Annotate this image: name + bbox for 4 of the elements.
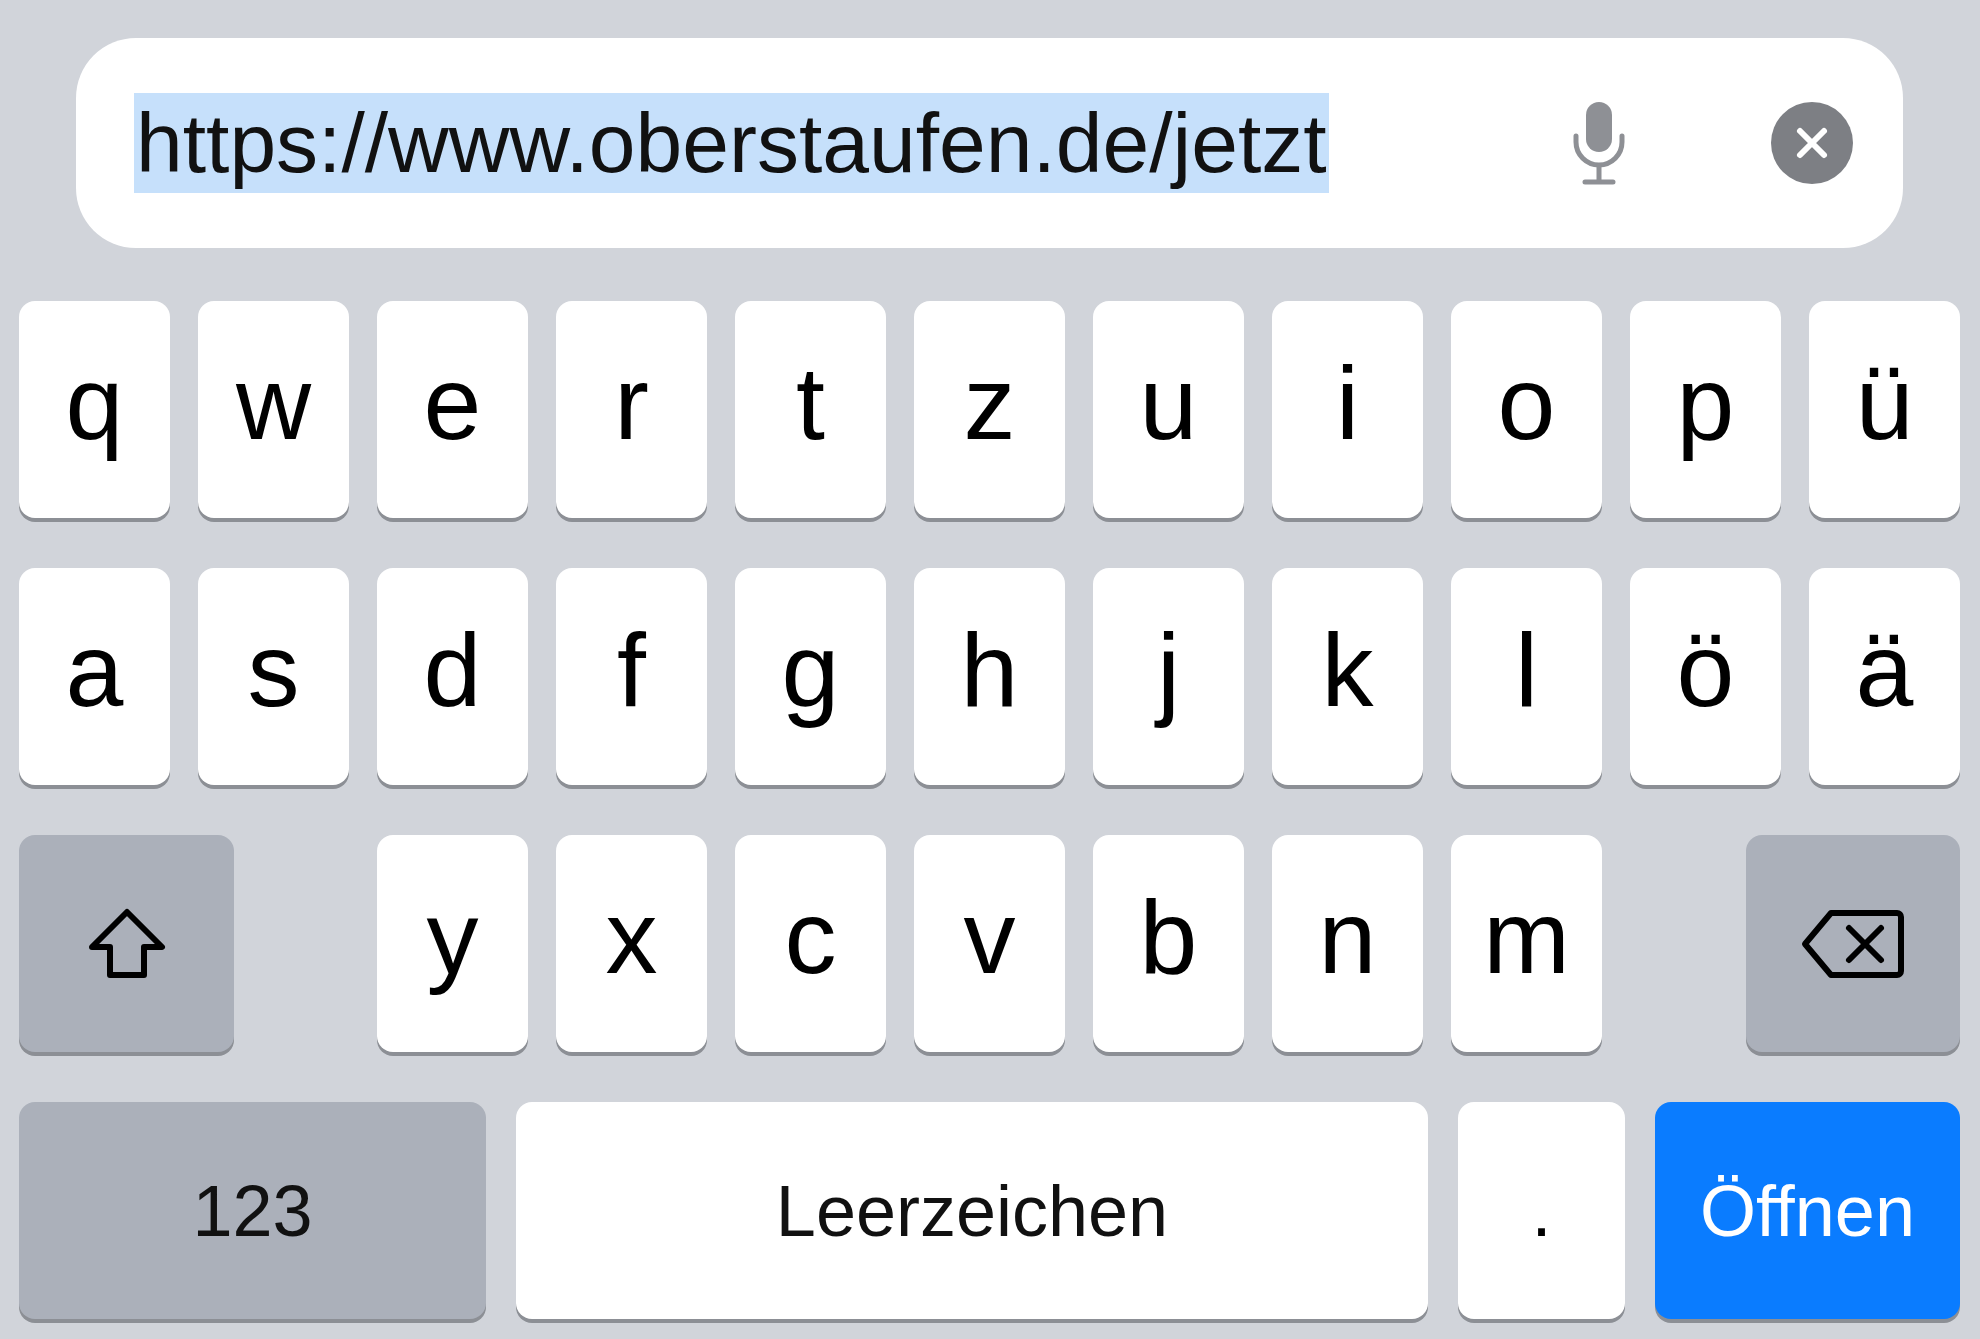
backspace-icon	[1801, 907, 1905, 980]
url-text: https://www.oberstaufen.de/jetzt	[134, 93, 1329, 193]
close-icon	[1794, 125, 1830, 161]
address-field[interactable]: https://www.oberstaufen.de/jetzt	[76, 38, 1903, 248]
